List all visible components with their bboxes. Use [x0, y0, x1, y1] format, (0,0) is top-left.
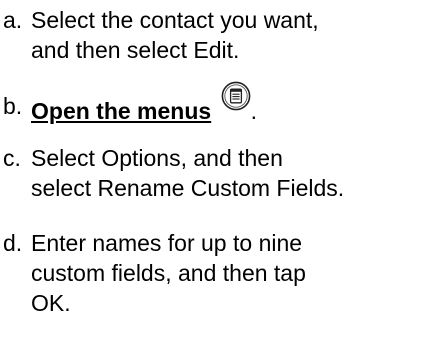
step-marker: b. — [3, 93, 23, 119]
step-text-line: and then select Edit. — [31, 37, 240, 63]
step-text-line: custom fields, and then tap — [31, 260, 306, 286]
step-text: Select Options, and then select Rename C… — [31, 143, 426, 203]
step-text: Enter names for up to nine custom fields… — [31, 228, 426, 318]
step-marker: d. — [3, 230, 23, 256]
step-text-line: Open the menus . — [31, 81, 426, 126]
step-text-line: OK. — [31, 290, 71, 316]
step-text-line: Select Options, and then — [31, 145, 283, 171]
step-trailing-period: . — [250, 98, 257, 124]
step-text: Open the menus . — [31, 81, 426, 126]
step-marker: a. — [3, 7, 23, 33]
step-text-line: select Rename Custom Fields. — [31, 175, 345, 201]
open-menus-link[interactable]: Open the menus — [31, 98, 211, 124]
step-text-line: Select the contact you want, — [31, 7, 319, 33]
step-marker: c. — [3, 145, 21, 171]
step-text-line: Enter names for up to nine — [31, 230, 303, 256]
menu-icon — [221, 81, 251, 111]
step-text: Select the contact you want, and then se… — [31, 5, 426, 65]
